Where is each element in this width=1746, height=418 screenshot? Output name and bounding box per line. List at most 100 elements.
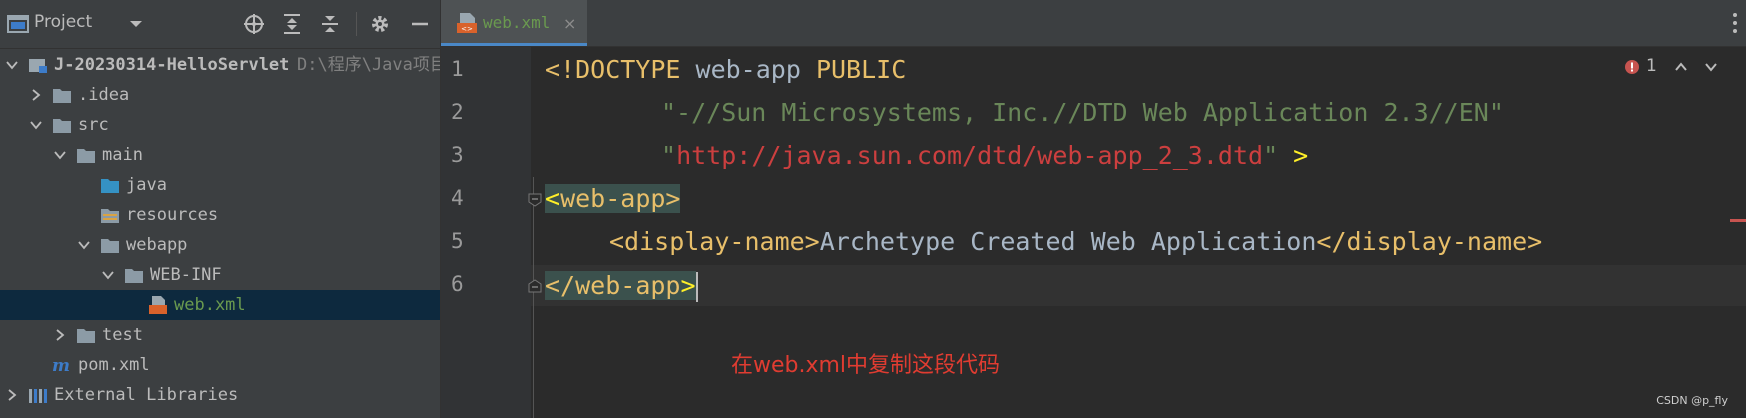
bracket: >: [665, 184, 681, 213]
tree-item-label: java: [126, 175, 167, 195]
chevron-down-icon[interactable]: [1704, 60, 1718, 74]
tree-item[interactable]: src: [0, 110, 440, 140]
source-folder-icon: [101, 179, 119, 193]
project-panel-title[interactable]: Project: [34, 12, 92, 32]
tree-item[interactable]: webapp: [0, 230, 440, 260]
chevron-down-icon[interactable]: [30, 119, 42, 131]
folder-icon: [77, 329, 95, 343]
chevron-down-icon[interactable]: [78, 239, 90, 251]
tree-item[interactable]: java: [0, 170, 440, 200]
tree-item-label: src: [78, 115, 109, 135]
code-line-1: <!DOCTYPE web-app PUBLIC: [545, 49, 906, 90]
editor-tab-bar: <> web.xml ×: [441, 0, 1746, 47]
project-window-icon: [7, 15, 29, 33]
chevron-right-icon[interactable]: [54, 329, 66, 341]
tag-text: Archetype Created Web Application: [819, 227, 1317, 256]
doctype-close: >: [1278, 141, 1309, 170]
tree-item-label: J-20230314-HelloServlet: [54, 55, 290, 75]
tag-name: web-app: [560, 184, 666, 213]
chevron-up-icon[interactable]: [1674, 60, 1688, 74]
collapse-all-icon[interactable]: [318, 12, 342, 36]
module-icon: [29, 59, 47, 73]
tree-item[interactable]: .idea: [0, 80, 440, 110]
tree-item-label: main: [102, 145, 143, 165]
doctype-fpi: "-//Sun Microsystems, Inc.//DTD Web Appl…: [661, 98, 1504, 127]
chevron-down-icon[interactable]: [102, 269, 114, 281]
line-number: 3: [451, 143, 464, 167]
inspection-widget[interactable]: 1: [1620, 56, 1730, 82]
dtd-url[interactable]: http://java.sun.com/dtd/web-app_2_3.dtd: [676, 141, 1263, 170]
tree-item-label: .idea: [78, 85, 130, 105]
folder-icon: [101, 239, 119, 253]
header-divider: [356, 12, 357, 36]
fold-open-icon[interactable]: [528, 193, 542, 207]
more-vertical-icon[interactable]: [1732, 12, 1738, 34]
doctype-name: web-app: [695, 55, 816, 84]
tree-item[interactable]: web.xml: [0, 290, 440, 320]
fold-close-icon[interactable]: [528, 279, 542, 293]
watermark: CSDN @p_fly: [1656, 394, 1728, 407]
resources-folder-icon: [101, 209, 119, 223]
chevron-down-icon[interactable]: [6, 59, 18, 71]
tab-label: web.xml: [483, 13, 551, 32]
error-icon: [1625, 60, 1639, 74]
tree-item[interactable]: J-20230314-HelloServlet D:\程序\Java项目: [0, 50, 440, 80]
tree-item-label: test: [102, 325, 143, 345]
project-panel: Project J-20230314-HelloServlet D:\程序\Ja…: [0, 0, 441, 418]
locate-icon[interactable]: [242, 12, 266, 36]
line-number: 4: [451, 186, 464, 210]
module-path: D:\程序\Java项目: [297, 55, 441, 75]
tree-item-label: resources: [126, 205, 219, 225]
tree-item[interactable]: main: [0, 140, 440, 170]
indent-guide: [533, 177, 534, 418]
folder-icon: [53, 89, 71, 103]
code-editor[interactable]: <!DOCTYPE web-app PUBLIC "-//Sun Microsy…: [528, 47, 1746, 418]
bracket: </: [545, 271, 576, 300]
quote: ": [1263, 141, 1279, 170]
tree-item-label: pom.xml: [78, 355, 150, 375]
maven-icon: m: [52, 356, 70, 374]
libraries-icon: [29, 389, 47, 403]
error-stripe-mark[interactable]: [1730, 219, 1746, 222]
bracket: <: [545, 184, 561, 213]
code-line-6: </web-app>: [545, 265, 698, 306]
tree-item[interactable]: test: [0, 320, 440, 350]
open-tag: <display-name>: [609, 227, 820, 256]
text-caret: [695, 272, 698, 302]
tree-item-label: External Libraries: [54, 385, 239, 405]
bracket: >: [680, 271, 696, 300]
minimize-icon[interactable]: [408, 12, 432, 36]
tree-item-label: WEB-INF: [150, 265, 222, 285]
close-icon[interactable]: ×: [563, 14, 576, 33]
tree-item[interactable]: WEB-INF: [0, 260, 440, 290]
line-number-gutter: 1 2 3 4 5 6: [441, 47, 531, 418]
folder-icon: [53, 119, 71, 133]
chevron-right-icon[interactable]: [30, 89, 42, 101]
line-number: 2: [451, 100, 464, 124]
chevron-down-icon[interactable]: [124, 12, 148, 36]
xml-file-icon: [149, 296, 167, 314]
line-number: 6: [451, 272, 464, 296]
folder-icon: [125, 269, 143, 283]
chevron-down-icon[interactable]: [54, 149, 66, 161]
doctype-keyword: <!DOCTYPE: [545, 55, 696, 84]
code-line-5: <display-name>Archetype Created Web Appl…: [609, 221, 1542, 262]
quote: ": [661, 141, 677, 170]
tree-item[interactable]: resources: [0, 200, 440, 230]
tree-item[interactable]: External Libraries: [0, 380, 440, 410]
line-number: 5: [451, 229, 464, 253]
tree-item-label: web.xml: [174, 295, 246, 315]
chevron-right-icon[interactable]: [6, 389, 18, 401]
tab-web-xml[interactable]: <> web.xml ×: [441, 0, 587, 46]
code-line-3: "http://java.sun.com/dtd/web-app_2_3.dtd…: [661, 135, 1308, 176]
current-line-highlight: [531, 265, 1746, 306]
code-line-4: <web-app>: [545, 178, 681, 219]
tree-item-label: webapp: [126, 235, 188, 255]
tree-item[interactable]: m pom.xml: [0, 350, 440, 380]
gear-icon[interactable]: [368, 12, 392, 36]
close-tag: </display-name>: [1316, 227, 1543, 256]
svg-text:m: m: [52, 356, 70, 374]
expand-all-icon[interactable]: [280, 12, 304, 36]
svg-text:<>: <>: [461, 25, 473, 33]
line-number: 1: [451, 57, 464, 81]
